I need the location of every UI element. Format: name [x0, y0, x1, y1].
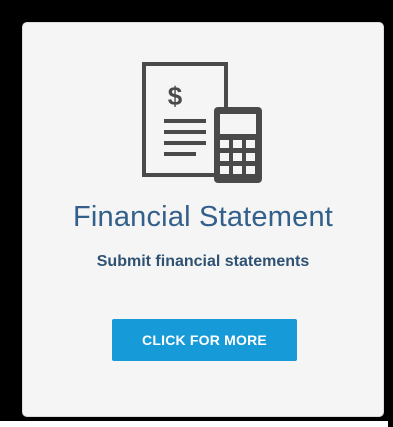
- financial-statement-card: $ Financial Statement Submit financial s…: [22, 22, 384, 417]
- frame-bottom-edge: [0, 421, 393, 427]
- frame-right-edge: [388, 0, 393, 427]
- click-for-more-button[interactable]: CLICK FOR MORE: [112, 319, 297, 361]
- financial-statement-icon: $: [142, 62, 262, 183]
- svg-text:$: $: [168, 81, 183, 111]
- card-subtitle: Submit financial statements: [96, 253, 310, 270]
- card-title: Financial Statement: [72, 201, 334, 233]
